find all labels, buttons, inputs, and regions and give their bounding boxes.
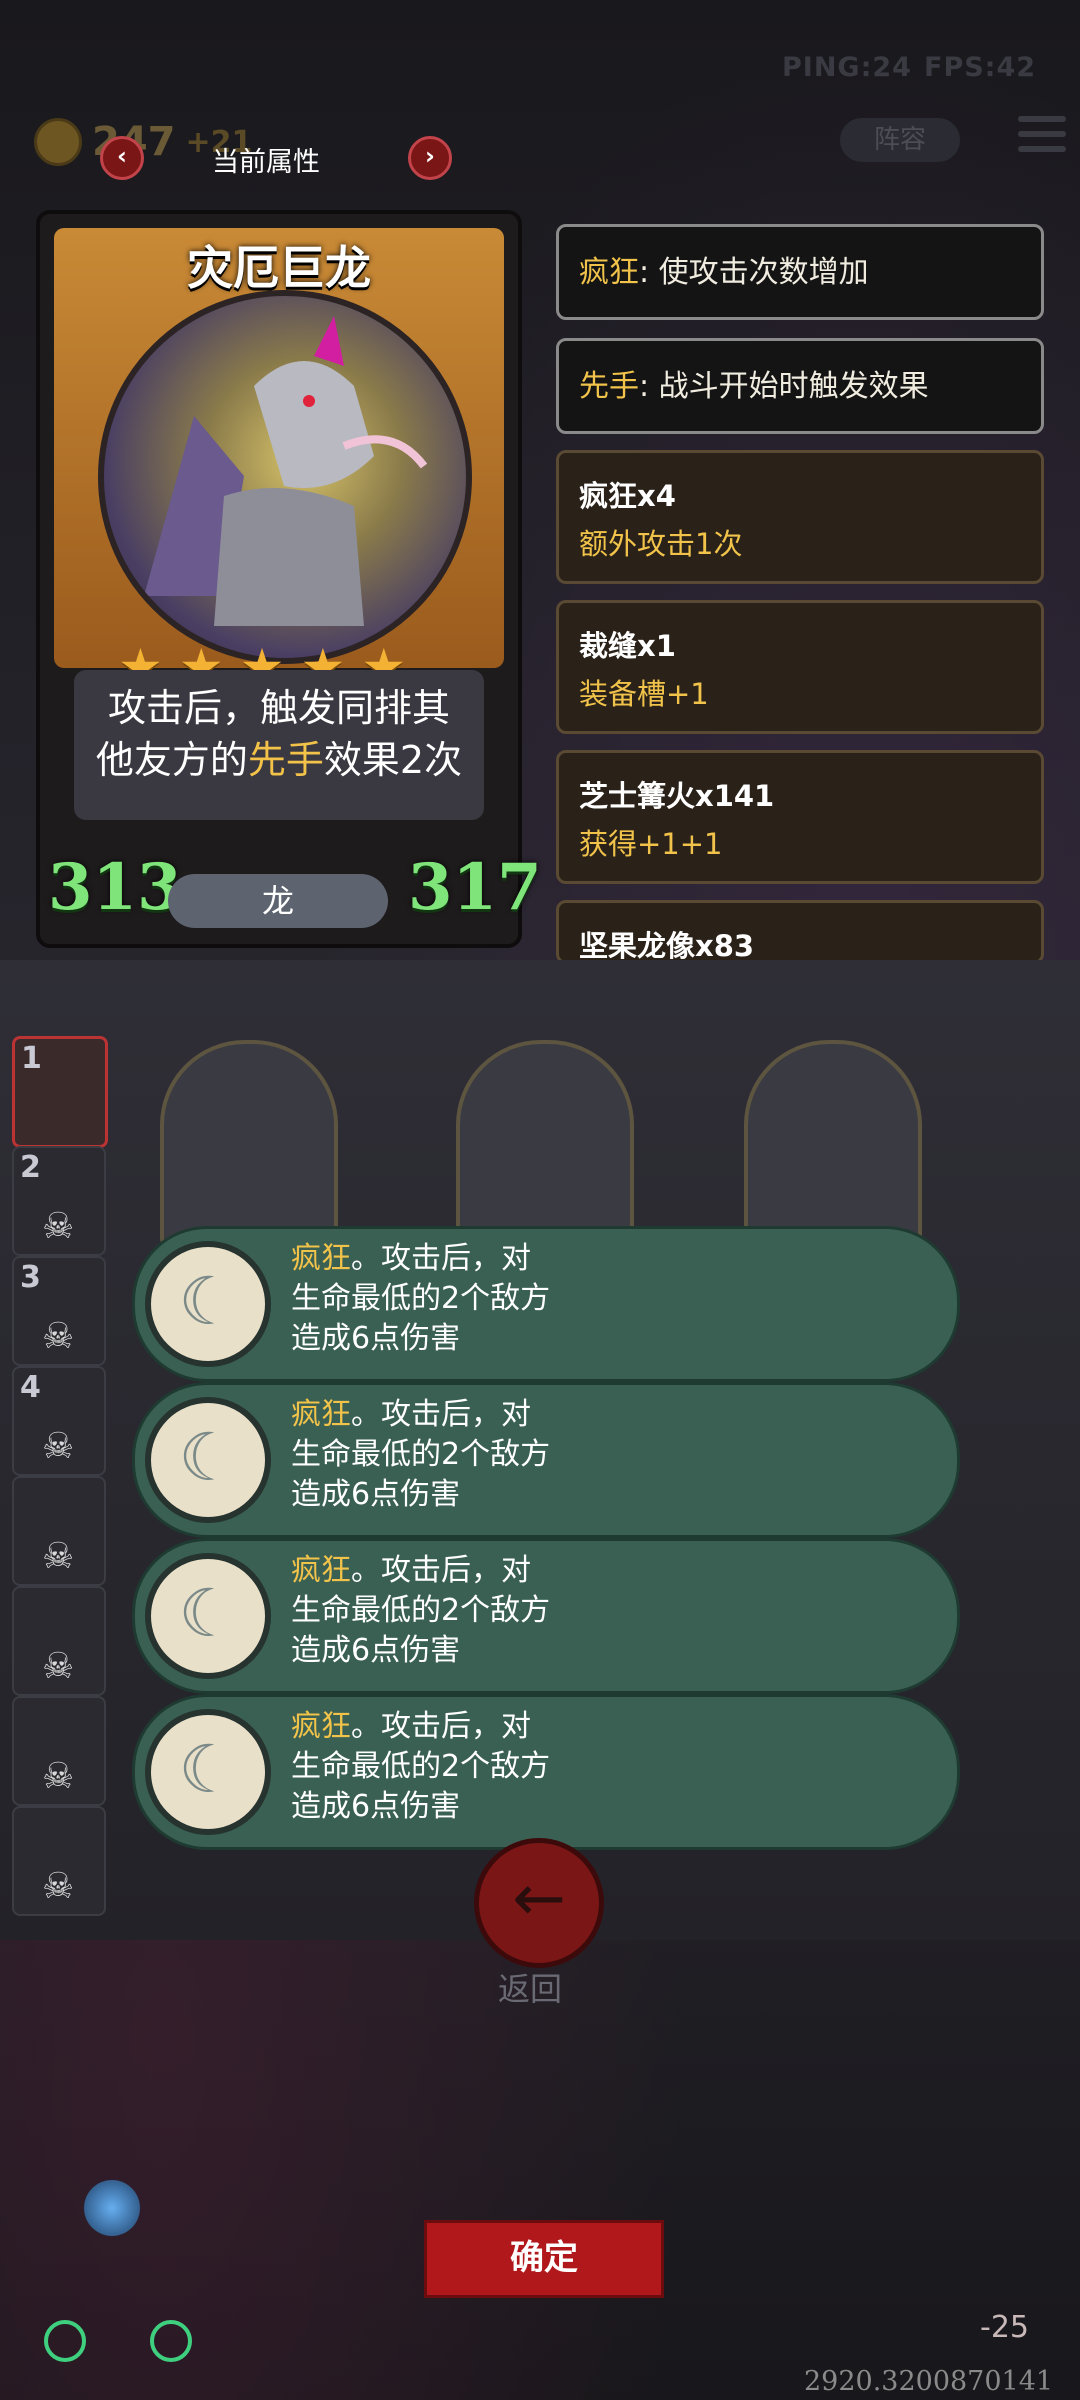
skill-keyword: 疯狂 — [291, 1241, 351, 1276]
ability-line1: 攻击后，触发同排其 — [107, 686, 450, 730]
skill-line: 。攻击后，对 — [351, 1709, 531, 1744]
scythe-icon: ☾ — [145, 1553, 271, 1679]
keyword-madness: 疯狂: 使攻击次数增加 — [556, 224, 1044, 320]
coordinate-readout: 2920.3200870141 — [804, 2366, 1054, 2397]
confirm-button[interactable]: 确定 — [424, 2220, 664, 2298]
skull-icon: ☠ — [42, 1646, 75, 1687]
skull-icon: ☠ — [42, 1206, 75, 1247]
arrow-left-icon: ← — [512, 1862, 566, 1936]
ability-text: 攻击后，触发同排其 他友方的先手效果2次 — [74, 682, 484, 786]
unit-slot-arch[interactable] — [160, 1040, 338, 1248]
unit-card: 灾厄巨龙 ★ ★ ★ ★ ★ 攻击后，触发同排其 他友方的先手效果2次 313 … — [36, 210, 542, 948]
roster-slot[interactable]: 3 ☠ — [12, 1256, 106, 1366]
skill-keyword: 疯狂 — [291, 1709, 351, 1744]
dragon-portrait — [98, 290, 472, 664]
attack-stat: 313 — [48, 850, 182, 925]
bonus-item: 疯狂x4 额外攻击1次 — [556, 450, 1044, 584]
crown-coin-icon — [34, 118, 82, 166]
unit-name: 灾厄巨龙 — [187, 241, 371, 295]
skill-keyword: 疯狂 — [291, 1553, 351, 1588]
skill-text: 疯狂。攻击后，对 生命最低的2个敌方 造成6点伤害 — [291, 1551, 550, 1671]
roster-slot[interactable]: ☠ — [12, 1696, 106, 1806]
keyword-name: 疯狂 — [579, 255, 639, 290]
slot-number: 1 — [21, 1041, 42, 1076]
roster-slot[interactable]: 4 ☠ — [12, 1366, 106, 1476]
slot-number: 4 — [20, 1370, 41, 1405]
roster-slot[interactable]: ☠ — [12, 1806, 106, 1916]
skill-keyword: 疯狂 — [291, 1397, 351, 1432]
bonus-item: 裁缝x1 装备槽+1 — [556, 600, 1044, 734]
skill-line: 生命最低的2个敌方 — [291, 1749, 551, 1784]
roster-slot[interactable]: ☠ — [12, 1586, 106, 1696]
skill-line: 造成6点伤害 — [291, 1477, 461, 1512]
skill-bubble: ☾ 疯狂。攻击后，对 生命最低的2个敌方 造成6点伤害 — [132, 1382, 960, 1538]
health-stat: 317 — [408, 850, 542, 925]
skill-line: 。攻击后，对 — [351, 1553, 531, 1588]
skull-icon: ☠ — [42, 1426, 75, 1467]
lineup-button[interactable]: 阵容 — [840, 118, 960, 162]
skill-line: 造成6点伤害 — [291, 1633, 461, 1668]
ability-keyword: 先手 — [247, 738, 324, 782]
scythe-icon: ☾ — [145, 1709, 271, 1835]
bonus-title: 芝士篝火x141 — [579, 779, 775, 813]
skill-line: 。攻击后，对 — [351, 1241, 531, 1276]
keyword-desc: : 使攻击次数增加 — [639, 255, 869, 290]
skill-line: 造成6点伤害 — [291, 1321, 461, 1356]
prev-arrow-button[interactable]: ‹ — [100, 136, 144, 180]
skill-bubble: ☾ 疯狂。攻击后，对 生命最低的2个敌方 造成6点伤害 — [132, 1538, 960, 1694]
skill-line: 。攻击后，对 — [351, 1397, 531, 1432]
attributes-title: 当前属性 — [212, 147, 320, 178]
skill-text: 疯狂。攻击后，对 生命最低的2个敌方 造成6点伤害 — [291, 1707, 550, 1827]
bonus-detail: 装备槽+1 — [579, 677, 709, 711]
bonus-title: 疯狂x4 — [579, 479, 676, 513]
slot-number: 3 — [20, 1260, 41, 1295]
skull-icon: ☠ — [42, 1866, 75, 1907]
unit-slot-arch[interactable] — [456, 1040, 634, 1248]
unit-slot-arch[interactable] — [744, 1040, 922, 1248]
crystal-orb-icon[interactable] — [84, 2180, 140, 2236]
fps-readout: FPS:42 — [924, 52, 1037, 83]
dragon-illustration-icon — [144, 316, 428, 626]
bonus-detail: 获得+1+1 — [579, 827, 723, 861]
skill-line: 生命最低的2个敌方 — [291, 1281, 551, 1316]
skill-line: 生命最低的2个敌方 — [291, 1437, 551, 1472]
skull-icon: ☠ — [42, 1316, 75, 1357]
scythe-icon: ☾ — [145, 1397, 271, 1523]
bonus-title: 坚果龙像x83 — [579, 929, 755, 963]
ring-icon — [150, 2320, 192, 2362]
skull-icon: ☠ — [42, 1756, 75, 1797]
keyword-name: 先手 — [579, 369, 639, 404]
skill-line: 造成6点伤害 — [291, 1789, 461, 1824]
skill-line: 生命最低的2个敌方 — [291, 1593, 551, 1628]
bonus-item: 坚果龙像x83 — [556, 900, 1044, 964]
ping-readout: PING:24 — [782, 52, 912, 83]
roster-slot[interactable]: 2 ☠ — [12, 1146, 106, 1256]
skill-text: 疯狂。攻击后，对 生命最低的2个敌方 造成6点伤害 — [291, 1239, 550, 1359]
skill-text: 疯狂。攻击后，对 生命最低的2个敌方 造成6点伤害 — [291, 1395, 550, 1515]
skill-bubble: ☾ 疯狂。攻击后，对 生命最低的2个敌方 造成6点伤害 — [132, 1694, 960, 1850]
ability-line2b: 效果2次 — [323, 738, 463, 782]
menu-icon[interactable] — [1018, 116, 1066, 156]
back-label: 返回 — [498, 1970, 563, 2008]
skill-bubble: ☾ 疯狂。攻击后，对 生命最低的2个敌方 造成6点伤害 — [132, 1226, 960, 1382]
back-button[interactable]: ← — [474, 1838, 604, 1968]
scythe-icon: ☾ — [145, 1241, 271, 1367]
ring-icon — [44, 2320, 86, 2362]
ability-line2a: 他友方的 — [95, 738, 248, 782]
bonus-detail: 额外攻击1次 — [579, 527, 743, 561]
bonus-item: 芝士篝火x141 获得+1+1 — [556, 750, 1044, 884]
roster-slot[interactable]: 1 — [12, 1036, 108, 1148]
tribe-badge: 龙 — [168, 874, 388, 928]
skull-icon: ☠ — [42, 1536, 75, 1577]
keyword-first-strike: 先手: 战斗开始时触发效果 — [556, 338, 1044, 434]
bonus-title: 裁缝x1 — [579, 629, 676, 663]
roster-slot[interactable]: ☠ — [12, 1476, 106, 1586]
slot-number: 2 — [20, 1150, 41, 1185]
hero-health: -25 — [980, 2310, 1029, 2345]
keyword-desc: : 战斗开始时触发效果 — [639, 369, 929, 404]
next-arrow-button[interactable]: › — [408, 136, 452, 180]
